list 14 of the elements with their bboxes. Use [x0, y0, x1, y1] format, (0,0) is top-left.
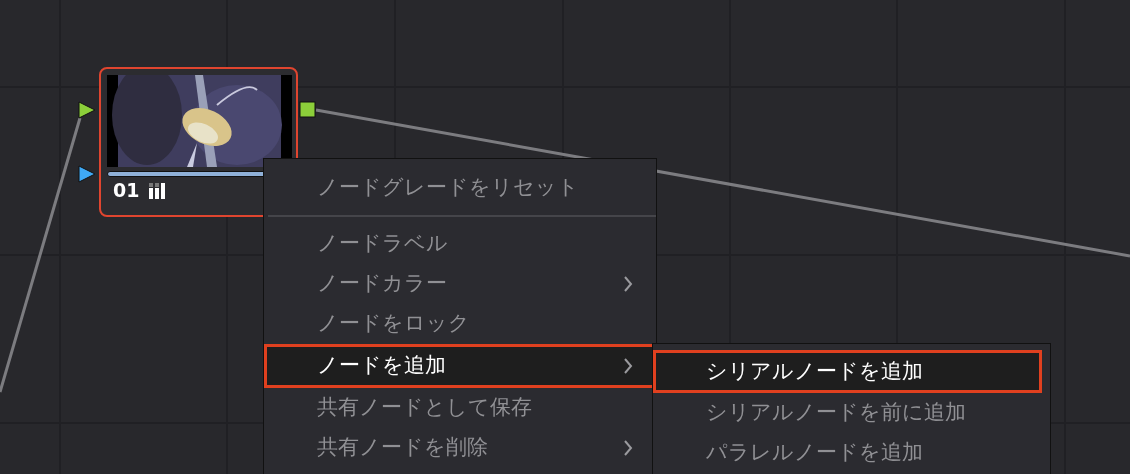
menu-item[interactable]: シリアルノードを追加 [653, 350, 1042, 393]
menu-item[interactable]: 共有ノードとして保存 [264, 388, 656, 428]
input-triangle-icon[interactable] [78, 101, 96, 119]
input-triangle-icon[interactable] [78, 165, 96, 183]
menu-item[interactable]: ノードラベル [264, 224, 656, 264]
node-number: 01 [113, 181, 140, 200]
menu-item[interactable]: シリアルノードを前に追加 [653, 393, 1050, 433]
bars-icon [149, 182, 166, 199]
menu-item[interactable]: ノードカラー [264, 264, 656, 304]
menu-item[interactable]: ノードをロック [264, 304, 656, 344]
menu-item[interactable]: 共有ノードを削除 [264, 428, 656, 468]
menu-item[interactable]: パラレルノードを追加 [653, 433, 1050, 473]
node-card[interactable]: 01 [99, 67, 298, 217]
output-square-icon[interactable] [299, 101, 316, 118]
